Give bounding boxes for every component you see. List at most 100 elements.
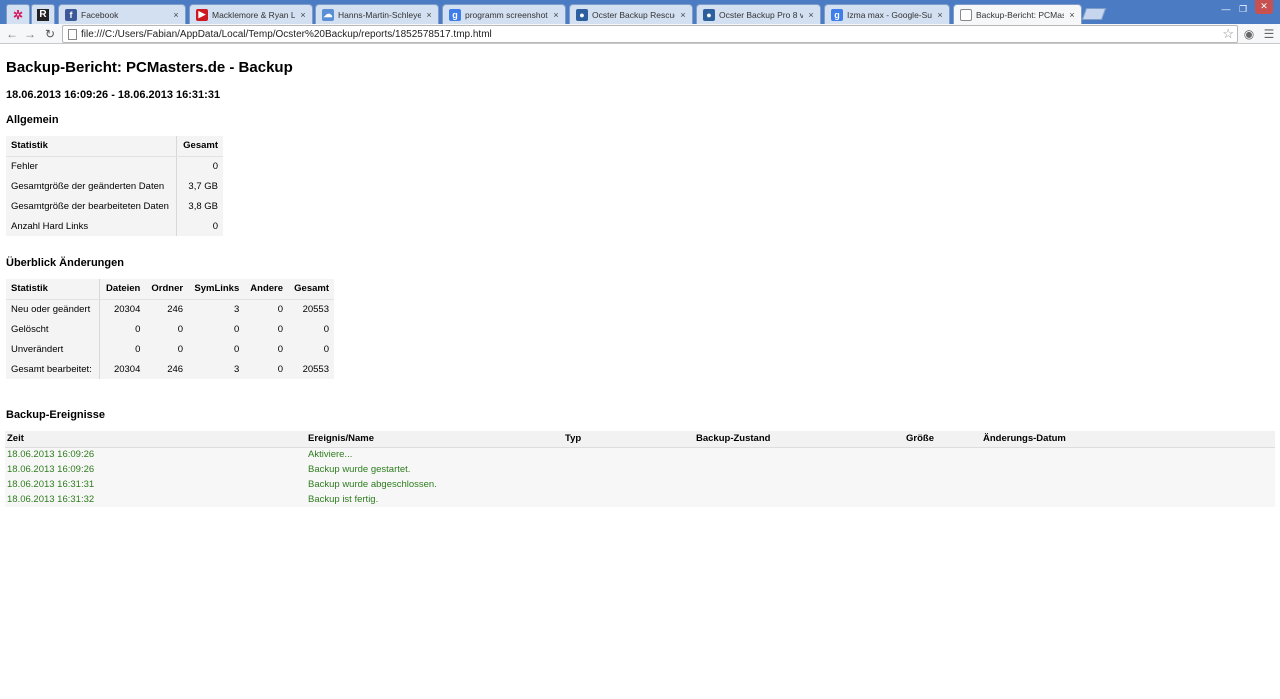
- row-label: Neu oder geändert: [6, 299, 100, 319]
- cell-value: 0: [288, 339, 334, 359]
- tab-title: Ocster Backup Rescue Dis: [592, 9, 675, 20]
- page-icon: [68, 29, 77, 40]
- date-range: 18.06.2013 16:09:26 - 18.06.2013 16:31:3…: [6, 89, 221, 101]
- browser-toolbar: ← → ↻ ☆ ◉ ☰: [0, 24, 1280, 44]
- row-label: Gelöscht: [6, 319, 100, 339]
- tab-close-icon[interactable]: ×: [806, 10, 816, 20]
- cell-value: 0: [176, 156, 223, 176]
- address-bar[interactable]: ☆: [62, 25, 1238, 43]
- events-table: Zeit Ereignis/Name Typ Backup-Zustand Größe Ä…: [5, 431, 1275, 507]
- event-time: 18.06.2013 16:31:31: [5, 477, 306, 492]
- column-header: Dateien: [99, 279, 146, 300]
- cell-value: 0: [188, 339, 245, 359]
- event-date: [981, 447, 1275, 462]
- cell-value: 20553: [288, 359, 334, 379]
- tab-close-icon[interactable]: ×: [678, 10, 688, 20]
- pinned-tab-1[interactable]: ✲: [6, 4, 30, 24]
- browser-tab[interactable]: ● Ocster Backup Rescue Dis×: [569, 4, 693, 24]
- event-state: [694, 477, 904, 492]
- back-arrow-icon[interactable]: ←: [4, 26, 20, 42]
- table-row: Gesamt bearbeitet: 20304 246 3 0 20553: [6, 359, 334, 379]
- cell-value: 3: [188, 359, 245, 379]
- tab-title: Ocster Backup Pro 8 verfü: [719, 9, 803, 20]
- browser-tab[interactable]: Backup-Bericht: PCMasters×: [953, 4, 1082, 25]
- cell-value: 0: [99, 319, 146, 339]
- column-header: Gesamt: [288, 279, 334, 300]
- report-page: Backup-Bericht: PCMasters.de - Backup 18…: [0, 45, 1280, 699]
- window-close-button[interactable]: ✕: [1255, 0, 1273, 14]
- event-size: [904, 447, 981, 462]
- tab-title: Macklemore & Ryan Lewis: [212, 9, 295, 20]
- table-row: Gesamtgröße der geänderten Daten 3,7 GB: [6, 176, 223, 196]
- event-time: 18.06.2013 16:09:26: [5, 447, 306, 462]
- event-date: [981, 477, 1275, 492]
- row-label: Anzahl Hard Links: [6, 216, 178, 236]
- tab-close-icon[interactable]: ×: [1067, 10, 1077, 20]
- cell-value: 0: [145, 319, 189, 339]
- events-heading: Backup-Ereignisse: [6, 409, 106, 421]
- column-header: Größe: [904, 431, 981, 448]
- event-row: 18.06.2013 16:09:26 Aktiviere...: [5, 447, 1275, 462]
- cell-value: 20304: [99, 359, 146, 379]
- table-row: Fehler 0: [6, 156, 223, 176]
- tab-close-icon[interactable]: ×: [298, 10, 308, 20]
- browser-tab[interactable]: g programm screenshot oh×: [442, 4, 566, 24]
- cell-value: 0: [288, 319, 334, 339]
- changes-heading: Überblick Änderungen: [6, 257, 124, 269]
- reload-icon[interactable]: ↻: [42, 26, 58, 42]
- cell-value: 20553: [288, 299, 334, 319]
- event-type: [563, 462, 694, 477]
- event-time: 18.06.2013 16:09:26: [5, 462, 306, 477]
- browser-tab[interactable]: ☁ Hanns-Martin-Schleyer-H×: [315, 4, 439, 24]
- general-stats-table: Statistik Gesamt Fehler 0 Gesamtgröße der ge…: [6, 136, 223, 236]
- tab-close-icon[interactable]: ×: [171, 10, 181, 20]
- cell-value: 0: [176, 216, 223, 236]
- tab-close-icon[interactable]: ×: [935, 10, 945, 20]
- globe-icon: ●: [703, 8, 715, 21]
- event-state: [694, 492, 904, 507]
- table-row: Unverändert 0 0 0 0 0: [6, 339, 334, 359]
- event-date: [981, 492, 1275, 507]
- new-tab-button[interactable]: [1081, 8, 1107, 20]
- event-row: 18.06.2013 16:31:31 Backup wurde abgeschl…: [5, 477, 1275, 492]
- bookmark-star-icon[interactable]: ☆: [1222, 26, 1234, 42]
- cell-value: 246: [145, 359, 189, 379]
- table-row: Anzahl Hard Links 0: [6, 216, 223, 236]
- asterisk-icon: ✲: [12, 7, 24, 22]
- tab-close-icon[interactable]: ×: [424, 10, 434, 20]
- column-header: Zeit: [5, 431, 306, 448]
- google-icon: g: [449, 8, 461, 21]
- column-header: SymLinks: [188, 279, 245, 300]
- tab-close-icon[interactable]: ×: [551, 10, 561, 20]
- event-type: [563, 447, 694, 462]
- event-name: Backup wurde abgeschlossen.: [306, 477, 563, 492]
- cell-value: 0: [244, 319, 289, 339]
- forward-arrow-icon[interactable]: →: [22, 26, 38, 42]
- extension-icon[interactable]: ◉: [1241, 26, 1257, 42]
- event-size: [904, 492, 981, 507]
- minimize-button[interactable]: —: [1219, 3, 1233, 15]
- cell-value: 0: [99, 339, 146, 359]
- tab-title: Facebook: [81, 9, 119, 20]
- cell-value: 3: [188, 299, 245, 319]
- cell-value: 0: [244, 359, 289, 379]
- tab-strip: ✲ R fFacebook×▶Macklemore & Ryan Lewis×☁…: [0, 0, 1280, 25]
- youtube-icon: ▶: [196, 8, 208, 21]
- general-heading: Allgemein: [6, 114, 59, 126]
- cloud-icon: ☁: [322, 8, 334, 21]
- google-icon: g: [831, 8, 843, 21]
- maximize-button[interactable]: ❐: [1236, 3, 1250, 15]
- event-state: [694, 447, 904, 462]
- column-header: Änderungs-Datum: [981, 431, 1275, 448]
- pinned-tab-2[interactable]: R: [31, 4, 55, 24]
- menu-icon[interactable]: ☰: [1261, 26, 1277, 42]
- browser-tab[interactable]: f Facebook ×: [58, 4, 186, 24]
- browser-tab[interactable]: ▶ Macklemore & Ryan Lewis×: [189, 4, 313, 24]
- tab-title: programm screenshot oh: [465, 9, 548, 20]
- event-name: Backup wurde gestartet.: [306, 462, 563, 477]
- column-header: Gesamt: [176, 136, 223, 157]
- browser-tab[interactable]: ● Ocster Backup Pro 8 verfü×: [696, 4, 821, 24]
- address-input[interactable]: [81, 27, 1221, 41]
- event-size: [904, 477, 981, 492]
- browser-tab[interactable]: g Izma max - Google-Suche×: [824, 4, 950, 24]
